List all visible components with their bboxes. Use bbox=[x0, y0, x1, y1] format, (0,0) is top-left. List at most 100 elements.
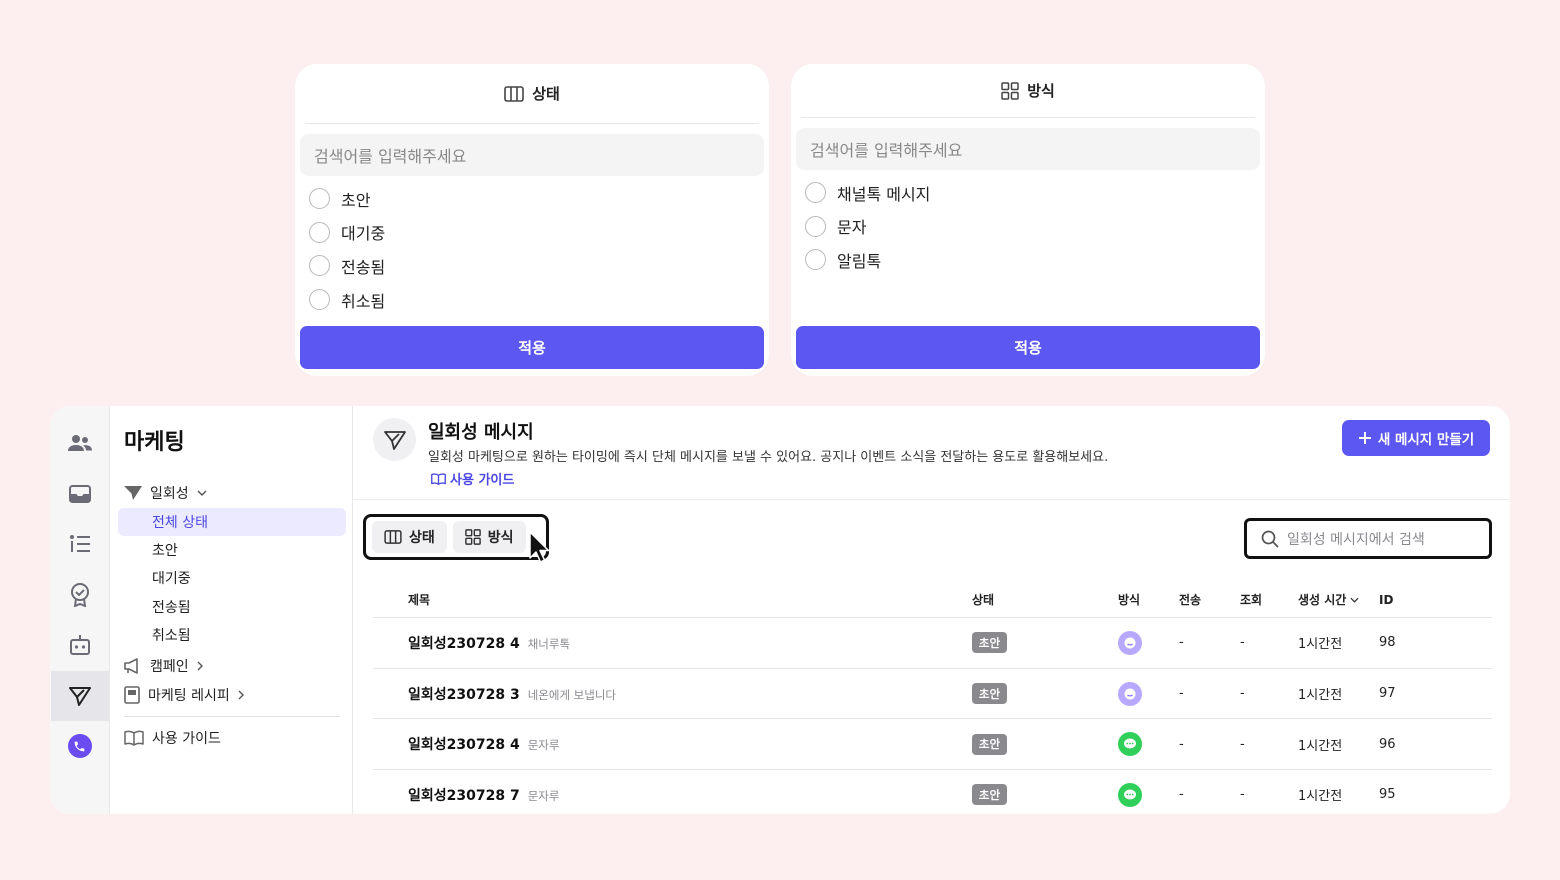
checkbox[interactable] bbox=[309, 188, 330, 210]
rail-contacts[interactable] bbox=[51, 418, 109, 469]
method-popover-title: 방식 bbox=[1027, 82, 1055, 100]
table-row[interactable]: 일회성230728 4 채너루톡 초안 - - 1시간전 98 bbox=[373, 618, 1492, 669]
status-badge: 초안 bbox=[972, 784, 1007, 806]
status-badge: 초안 bbox=[972, 733, 1007, 755]
status-option-sent[interactable]: 전송됨 bbox=[309, 249, 755, 283]
nav-divider bbox=[124, 715, 340, 717]
col-created[interactable]: 생성 시간 bbox=[1298, 591, 1379, 608]
grid-icon bbox=[1001, 81, 1019, 100]
checkbox[interactable] bbox=[309, 221, 330, 243]
row-created: 1시간전 bbox=[1298, 688, 1343, 704]
method-search-input[interactable]: 검색어를 입력해주세요 bbox=[796, 128, 1260, 170]
plus-icon bbox=[1358, 432, 1371, 444]
status-filter-button[interactable]: 상태 bbox=[372, 521, 447, 553]
sms-icon bbox=[1118, 782, 1142, 807]
col-sent[interactable]: 전송 bbox=[1179, 591, 1240, 608]
bot-icon bbox=[69, 635, 90, 656]
nav-group-recipe[interactable]: 마케팅 레시피 bbox=[110, 682, 352, 708]
row-sent: - bbox=[1179, 635, 1184, 651]
recipe-book-icon bbox=[124, 686, 140, 704]
row-view: - bbox=[1240, 686, 1245, 702]
status-option-waiting[interactable]: 대기중 bbox=[309, 216, 755, 250]
col-status[interactable]: 상태 bbox=[972, 591, 1118, 608]
row-sent: - bbox=[1179, 736, 1184, 752]
page-header: 일회성 메시지 일회성 마케팅으로 원하는 타이밍에 즉시 단체 메시지를 보낼… bbox=[353, 406, 1510, 500]
row-id: 96 bbox=[1379, 736, 1396, 752]
checkbox[interactable] bbox=[309, 255, 330, 277]
side-navigation: 마케팅 일회성 전체 상태 초안 대기중 전송됨 취소됨 캠페인 마케팅 레시피… bbox=[110, 406, 353, 814]
col-view[interactable]: 조회 bbox=[1240, 591, 1298, 608]
grid-icon bbox=[464, 529, 481, 545]
status-search-input[interactable]: 검색어를 입력해주세요 bbox=[300, 134, 764, 176]
new-message-button[interactable]: 새 메시지 만들기 bbox=[1342, 420, 1490, 456]
method-option-sms[interactable]: 문자 bbox=[805, 210, 1251, 244]
chevron-down-icon bbox=[1350, 597, 1359, 603]
nav-item-sent[interactable]: 전송됨 bbox=[118, 593, 346, 621]
status-badge: 초안 bbox=[972, 683, 1007, 705]
row-subtitle: 문자루 bbox=[527, 788, 560, 803]
send-icon bbox=[68, 686, 91, 706]
chevron-right-icon bbox=[238, 690, 244, 700]
guide-link[interactable]: 사용 가이드 bbox=[431, 469, 514, 488]
columns-icon bbox=[504, 85, 524, 102]
rail-inbox[interactable] bbox=[51, 469, 109, 520]
inbox-icon bbox=[68, 484, 91, 503]
table-row[interactable]: 일회성230728 4 문자루 초안 - - 1시간전 96 bbox=[373, 719, 1492, 771]
table-row[interactable]: 일회성230728 3 네온에게 보냅니다 초안 - - 1시간전 97 bbox=[373, 669, 1492, 720]
rail-list[interactable] bbox=[51, 519, 109, 570]
method-apply-button[interactable]: 적용 bbox=[796, 326, 1260, 369]
nav-item-canceled[interactable]: 취소됨 bbox=[118, 621, 346, 649]
message-search-input[interactable]: 일회성 메시지에서 검색 bbox=[1244, 518, 1492, 559]
nav-group-onetime[interactable]: 일회성 bbox=[110, 480, 352, 506]
row-title: 일회성230728 7 bbox=[408, 787, 520, 804]
phone-icon bbox=[67, 734, 92, 759]
row-view: - bbox=[1240, 787, 1245, 803]
row-subtitle: 채너루톡 bbox=[527, 636, 571, 651]
method-option-channel[interactable]: 채널톡 메시지 bbox=[805, 176, 1251, 210]
col-method[interactable]: 방식 bbox=[1118, 591, 1179, 608]
col-title[interactable]: 제목 bbox=[373, 591, 972, 608]
rail-phone[interactable] bbox=[51, 721, 109, 772]
row-view: - bbox=[1240, 635, 1245, 651]
method-filter-button[interactable]: 방식 bbox=[452, 521, 526, 553]
status-popover-title: 상태 bbox=[532, 85, 560, 103]
table-row[interactable]: 일회성230728 7 문자루 초안 - - 1시간전 95 bbox=[373, 770, 1492, 814]
page-title: 일회성 메시지 bbox=[428, 422, 534, 443]
row-id: 98 bbox=[1379, 635, 1396, 651]
status-option-canceled[interactable]: 취소됨 bbox=[309, 283, 755, 317]
row-title: 일회성230728 3 bbox=[408, 686, 520, 703]
rail-marketing[interactable] bbox=[50, 670, 109, 721]
list-icon bbox=[69, 535, 90, 553]
status-option-draft[interactable]: 초안 bbox=[309, 182, 755, 216]
columns-icon bbox=[384, 530, 402, 544]
sms-icon bbox=[1118, 732, 1142, 757]
method-option-alimtalk[interactable]: 알림톡 bbox=[805, 243, 1251, 277]
nav-guide[interactable]: 사용 가이드 bbox=[110, 725, 352, 751]
search-icon bbox=[1261, 530, 1279, 548]
row-created: 1시간전 bbox=[1298, 789, 1343, 805]
rail-badge[interactable] bbox=[51, 570, 109, 621]
nav-item-draft[interactable]: 초안 bbox=[118, 536, 346, 564]
page-description: 일회성 마케팅으로 원하는 타이밍에 즉시 단체 메시지를 보낼 수 있어요. … bbox=[428, 450, 1109, 465]
send-filled-icon bbox=[124, 486, 142, 500]
nav-group-campaign[interactable]: 캠페인 bbox=[110, 653, 352, 679]
chevron-down-icon bbox=[197, 490, 207, 496]
row-title: 일회성230728 4 bbox=[408, 737, 520, 754]
row-subtitle: 네온에게 보냅니다 bbox=[527, 687, 616, 702]
filter-bar: 상태 방식 bbox=[363, 514, 549, 560]
channel-talk-icon bbox=[1118, 630, 1142, 655]
status-apply-button[interactable]: 적용 bbox=[300, 326, 764, 369]
checkbox[interactable] bbox=[805, 249, 826, 271]
row-title: 일회성230728 4 bbox=[408, 635, 520, 652]
checkbox[interactable] bbox=[805, 182, 826, 204]
checkbox[interactable] bbox=[805, 215, 826, 237]
icon-rail bbox=[50, 406, 110, 814]
col-id[interactable]: ID bbox=[1379, 593, 1439, 607]
row-id: 95 bbox=[1379, 787, 1396, 803]
nav-item-all-status[interactable]: 전체 상태 bbox=[118, 508, 346, 537]
people-icon bbox=[67, 435, 92, 452]
rail-bot[interactable] bbox=[51, 620, 109, 671]
row-created: 1시간전 bbox=[1298, 637, 1343, 653]
checkbox[interactable] bbox=[309, 289, 330, 311]
nav-item-waiting[interactable]: 대기중 bbox=[118, 564, 346, 592]
